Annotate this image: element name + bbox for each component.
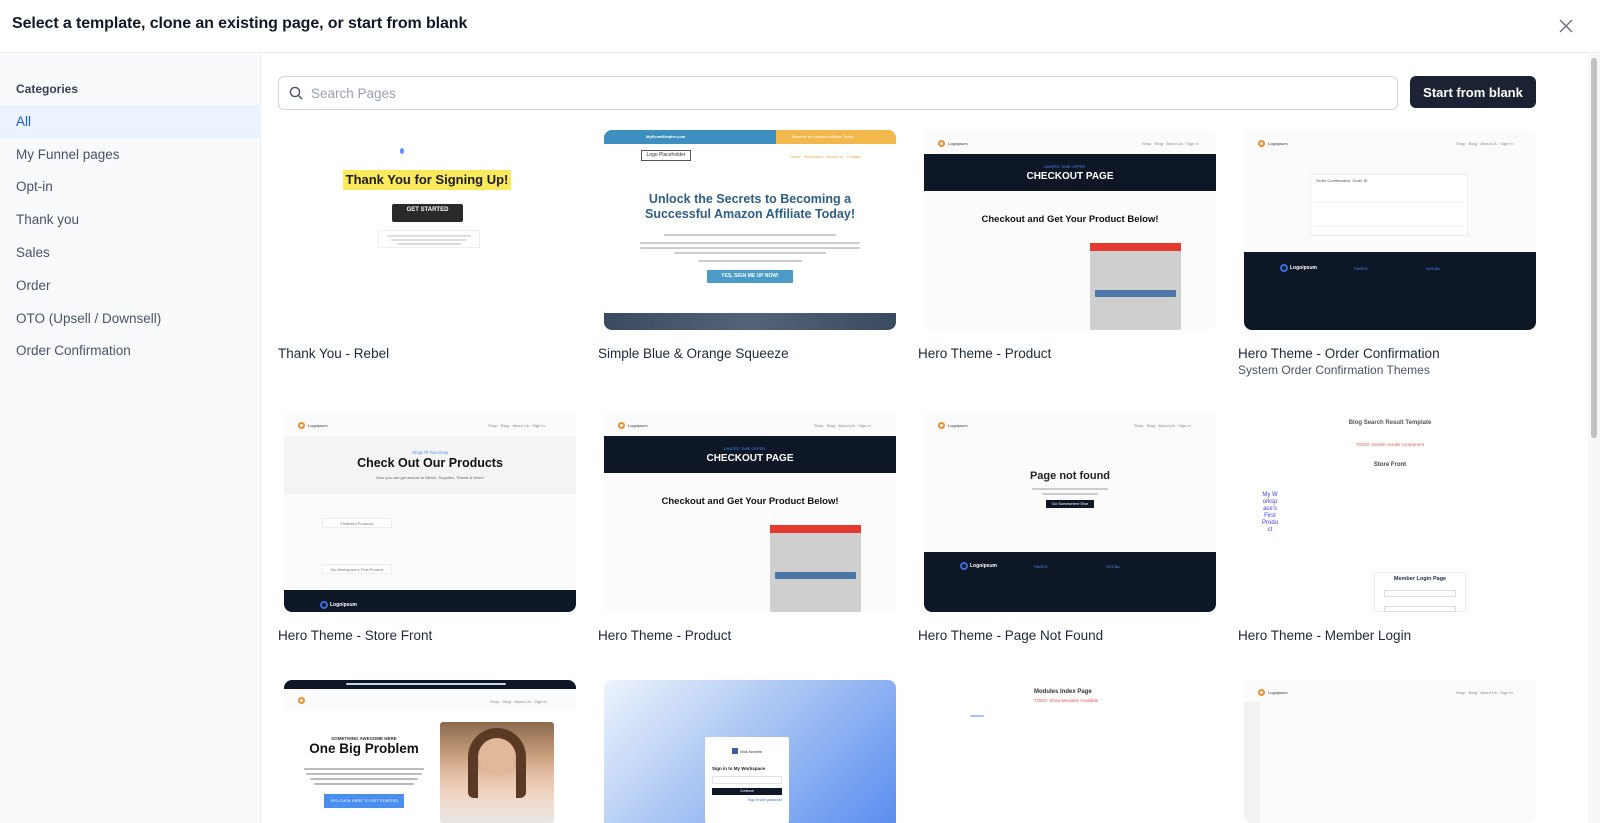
preview-logo: Logo Placeholder [641, 150, 691, 161]
preview-logo: Logoipsum [308, 423, 328, 428]
preview-textbox [378, 230, 480, 248]
preview-featured: Featured Products [322, 518, 392, 528]
preview-todo: TODO: Search results component [1356, 442, 1424, 447]
template-thumbnail: click funnels Sign in to My Workspace Co… [604, 680, 896, 823]
preview-logo: Logoipsum [948, 423, 968, 428]
template-thumbnail: Logoipsum Shop · Blog · About Us · Sign … [924, 130, 1216, 330]
preview-headline: Unlock the Secrets to Becoming a Success… [645, 192, 855, 221]
template-title: Hero Theme - Page Not Found [918, 628, 1104, 643]
preview-logo: Logoipsum [1268, 690, 1288, 695]
preview-button: Continue [712, 788, 782, 795]
template-subtitle: System Order Confirmation Themes [1238, 363, 1430, 377]
templates-panel: Start from blank Thank You for Signing U… [262, 54, 1600, 823]
preview-button: Go Somewhere Else [1046, 500, 1094, 508]
template-thumbnail: Logoipsum Shop · Blog · About Us · Sign … [1244, 680, 1536, 823]
scrollbar-thumb[interactable] [1591, 58, 1597, 438]
template-title: Simple Blue & Orange Squeeze [598, 346, 789, 361]
preview-banner: CHECKOUT PAGE [706, 453, 794, 464]
template-thumbnail: Modules Index Page TODO: Show Modules Av… [924, 680, 1216, 823]
preview-button-label: GET STARTED [406, 207, 449, 213]
start-from-blank-button[interactable]: Start from blank [1410, 76, 1536, 108]
template-title: Hero Theme - Store Front [278, 628, 433, 643]
category-oto[interactable]: OTO (Upsell / Downsell) [0, 302, 261, 335]
search-icon [289, 85, 305, 101]
preview-eyebrow: LIMITED TIME OFFER [724, 446, 766, 451]
scrollbar[interactable] [1588, 54, 1600, 823]
category-sales[interactable]: Sales [0, 236, 261, 269]
template-thumbnail: Thank You for Signing Up! GET STARTED [284, 130, 576, 330]
preview-button: GET STARTED [392, 204, 463, 222]
preview-eyebrow: Shop Til You Drop [411, 450, 449, 455]
template-title: Hero Theme - Product [598, 628, 732, 643]
preview-button: YES, SIGN ME UP NOW! [707, 270, 793, 283]
template-title: Hero Theme - Order Confirmation [1238, 346, 1440, 361]
template-title: Hero Theme - Member Login [1238, 628, 1412, 643]
search-input[interactable] [311, 85, 1391, 101]
template-thumbnail: Logoipsum Shop · Blog · About Us · Sign … [604, 412, 896, 612]
category-opt-in[interactable]: Opt-in [0, 171, 261, 204]
preview-headline: One Big Problem [309, 741, 419, 756]
modal-title: Select a template, clone an existing pag… [12, 15, 468, 32]
preview-order-label: Order Confirmation, Order ID [1316, 178, 1368, 183]
preview-button: YES CLICK HERE TO GET STARTED [324, 794, 404, 808]
template-thumbnail: Blog Search Result Template TODO: Search… [1244, 412, 1536, 612]
preview-product-link: My Workspace's First Product [1262, 492, 1279, 533]
preview-headline: Sign in to My Workspace [712, 766, 766, 771]
category-order-confirmation[interactable]: Order Confirmation [0, 335, 261, 368]
preview-banner: CHECKOUT PAGE [1026, 171, 1114, 182]
preview-logo: Logoipsum [1268, 141, 1288, 146]
preview-sub: Now you can get access to Merch, Supplie… [376, 475, 484, 480]
close-button[interactable] [1554, 14, 1578, 38]
preview-eyebrow: LIMITED TIME OFFER [1044, 164, 1086, 169]
category-my-funnel-pages[interactable]: My Funnel pages [0, 138, 261, 171]
category-order[interactable]: Order [0, 269, 261, 302]
preview-headline: Page not found [1029, 470, 1111, 482]
preview-todo: TODO: Show Modules Available [1034, 698, 1099, 703]
preview-headline: Checkout and Get Your Product Below! [661, 496, 839, 507]
preview-headline: Checkout and Get Your Product Below! [981, 214, 1159, 225]
dot-icon [400, 148, 404, 154]
preview-banner: Become an Amazon Affiliate Today [792, 134, 854, 139]
preview-brand: click funnels [740, 749, 762, 754]
preview-logo: Logoipsum [948, 141, 968, 146]
template-thumbnail: MyEcomEmpire.com Become an Amazon Affili… [604, 130, 896, 330]
template-thumbnail: Logoipsum Shop · Blog · About Us · Sign … [1244, 130, 1536, 330]
preview-headline: Modules Index Page [1034, 689, 1092, 695]
template-thumbnail: Logoipsum Shop · Blog · About Us · Sign … [284, 412, 576, 612]
preview-headline: Thank You for Signing Up! [343, 170, 511, 190]
modal-header: Select a template, clone an existing pag… [0, 0, 1600, 53]
template-title: Thank You - Rebel [278, 346, 390, 361]
category-all[interactable]: All [0, 105, 261, 138]
preview-logo: Logoipsum [628, 423, 648, 428]
preview-site: MyEcomEmpire.com [646, 134, 686, 139]
template-thumbnail: Shop · Blog · About Us · Sign In SOMETHI… [284, 680, 576, 823]
close-icon [1559, 19, 1573, 33]
category-thank-you[interactable]: Thank you [0, 203, 261, 236]
template-title: Hero Theme - Product [918, 346, 1052, 361]
preview-headline: Check Out Our Products [357, 456, 503, 470]
preview-heading: Blog Search Result Template [1348, 420, 1432, 426]
search-field[interactable] [278, 76, 1398, 110]
preview-login-title: Member Login Page [1393, 576, 1447, 582]
preview-link: Sign in with password [748, 798, 782, 802]
preview-store-front: Store Front [1373, 462, 1407, 468]
categories-list: All My Funnel pages Opt-in Thank you Sal… [0, 105, 261, 367]
categories-sidebar: Categories All My Funnel pages Opt-in Th… [0, 54, 261, 823]
categories-heading: Categories [16, 82, 79, 96]
template-thumbnail: Logoipsum Shop · Blog · About Us · Sign … [924, 412, 1216, 612]
preview-product: My Workspace's First Product [322, 564, 392, 574]
